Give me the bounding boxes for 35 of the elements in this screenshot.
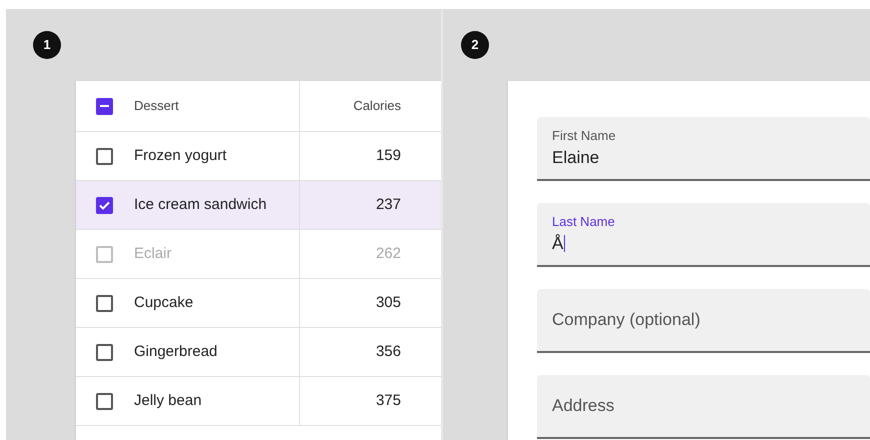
- field-value: Å: [552, 233, 564, 255]
- table-cell-text: 305: [376, 292, 401, 313]
- text-cursor: [564, 235, 566, 252]
- column-header: Dessert: [134, 97, 179, 116]
- step-number-badge: 2: [461, 31, 489, 59]
- field-label: Address: [552, 395, 616, 418]
- checkbox[interactable]: [96, 344, 113, 360]
- text-field[interactable]: Address: [537, 375, 870, 439]
- table-cell-text: 237: [376, 194, 401, 215]
- checked-checkbox[interactable]: [96, 196, 113, 214]
- table-cell-text: Ice cream sandwich: [134, 194, 267, 215]
- table-cell-text: Eclair: [134, 244, 172, 264]
- table-cell-text: 356: [376, 342, 401, 362]
- field-value: Elaine: [552, 147, 600, 169]
- step-number-badge: 1: [33, 31, 61, 59]
- checkbox[interactable]: [96, 392, 113, 410]
- table-cell-text: 375: [376, 390, 401, 411]
- indeterminate-checkbox[interactable]: [96, 98, 113, 114]
- column-header: Calories: [353, 97, 401, 116]
- table-cell-text: Gingerbread: [134, 342, 218, 362]
- text-field[interactable]: Company (optional): [537, 289, 870, 353]
- text-field[interactable]: Last Name Å: [537, 203, 870, 267]
- field-label: First Name: [552, 126, 617, 144]
- field-label: Company (optional): [552, 309, 702, 332]
- checkbox[interactable]: [96, 148, 113, 164]
- table-cell-text: Frozen yogurt: [134, 146, 227, 166]
- selected-row-highlight[interactable]: Ice cream sandwich 237: [76, 181, 441, 230]
- table-cell-text: Jelly bean: [134, 390, 202, 411]
- table-cell-text: 159: [376, 146, 401, 166]
- table-cell-text: 262: [376, 244, 401, 264]
- minus-icon: [100, 105, 109, 107]
- text-field[interactable]: First Name Elaine: [537, 117, 870, 181]
- checkbox[interactable]: [96, 294, 113, 312]
- field-label: Last Name: [552, 212, 616, 230]
- table-cell-text: Cupcake: [134, 292, 194, 313]
